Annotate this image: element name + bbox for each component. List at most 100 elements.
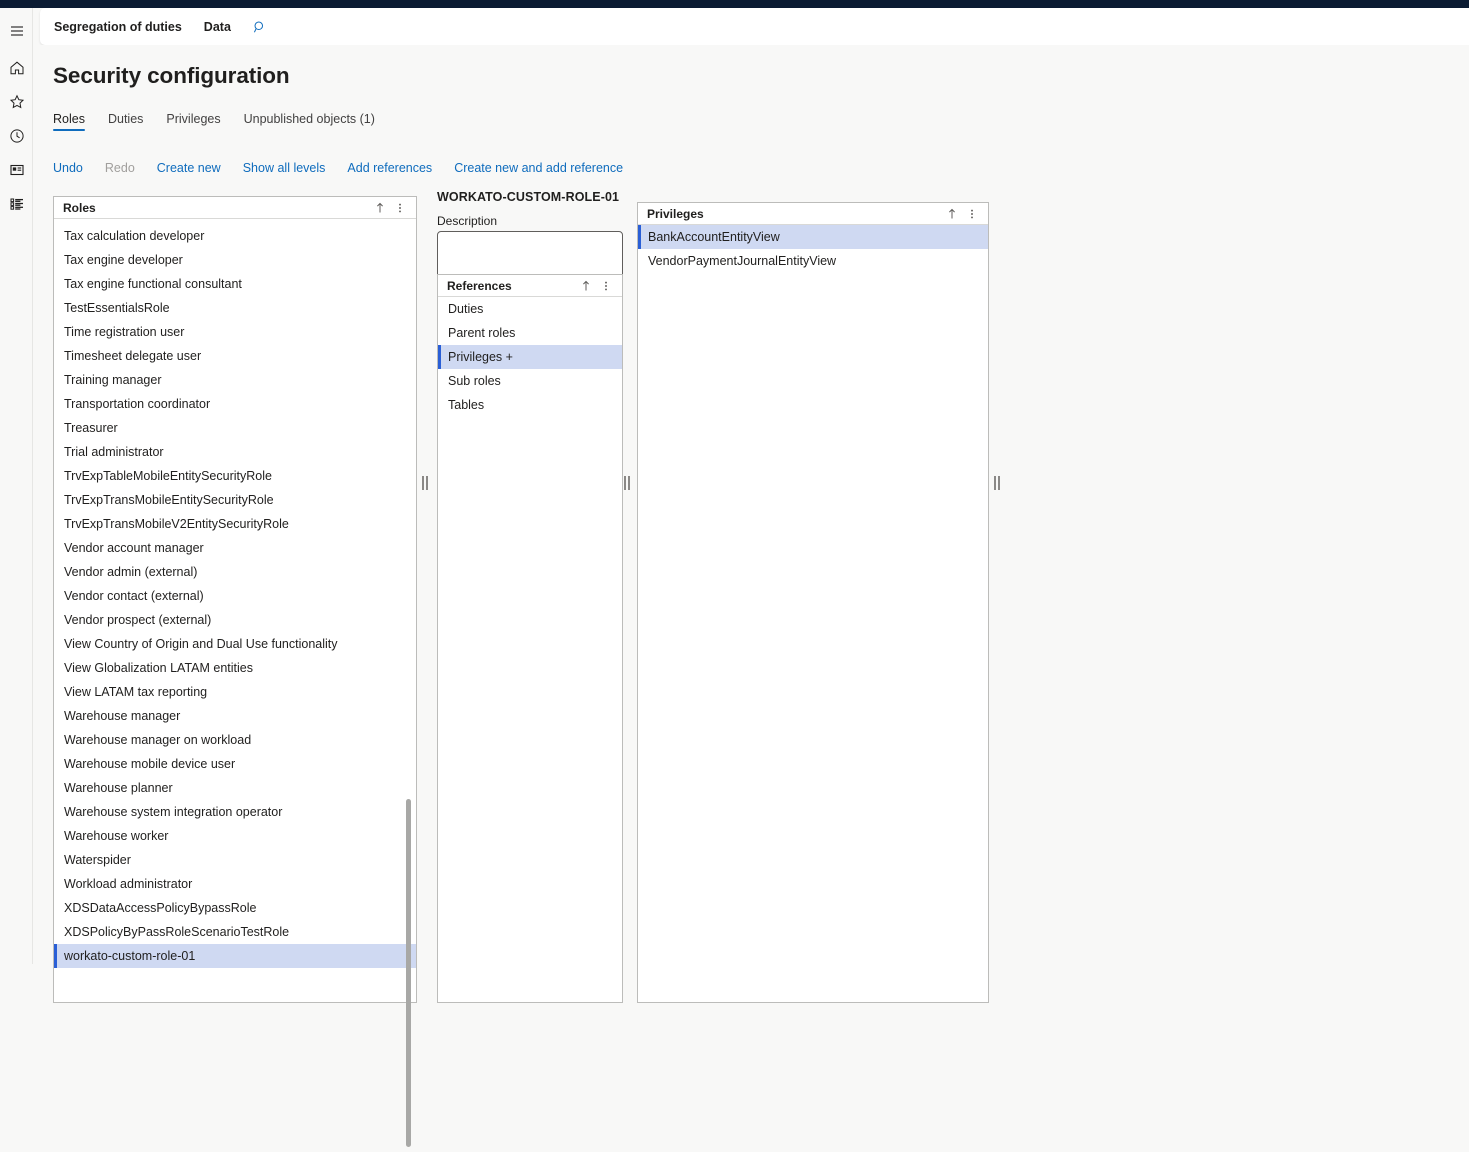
role-list-item-label: Vendor admin (external) <box>64 565 197 579</box>
role-list-item-label: TrvExpTransMobileEntitySecurityRole <box>64 493 274 507</box>
tab-unpublished-objects-1[interactable]: Unpublished objects (1) <box>244 112 375 131</box>
command-undo[interactable]: Undo <box>53 161 83 175</box>
privilege-list-item[interactable]: BankAccountEntityView <box>638 225 988 249</box>
references-panel-header: References <box>438 275 622 297</box>
role-list-item[interactable]: Tax engine developer <box>54 248 416 272</box>
page-title: Security configuration <box>53 63 290 89</box>
reference-list-item-label: Tables <box>448 398 484 412</box>
role-list-item[interactable]: Vendor contact (external) <box>54 584 416 608</box>
tab-duties[interactable]: Duties <box>108 112 143 131</box>
privilege-list-item[interactable]: VendorPaymentJournalEntityView <box>638 249 988 273</box>
role-list-item[interactable]: Training manager <box>54 368 416 392</box>
clock-icon[interactable] <box>0 119 33 153</box>
star-icon[interactable] <box>0 85 33 119</box>
role-list-item[interactable]: Tax calculation developer <box>54 224 416 248</box>
role-list-item[interactable]: Timesheet delegate user <box>54 344 416 368</box>
role-list-item-label: Warehouse manager <box>64 709 180 723</box>
splitter-privileges-right[interactable] <box>991 472 1002 494</box>
reference-list-item-label: Sub roles <box>448 374 501 388</box>
more-options-icon[interactable] <box>962 204 982 224</box>
command-add-references[interactable]: Add references <box>347 161 432 175</box>
nav-segregation-of-duties[interactable]: Segregation of duties <box>54 20 182 34</box>
reference-list-item[interactable]: Parent roles <box>438 321 622 345</box>
splitter-roles-detail[interactable] <box>419 472 430 494</box>
tab-privileges[interactable]: Privileges <box>166 112 220 131</box>
role-list-item[interactable]: TrvExpTransMobileV2EntitySecurityRole <box>54 512 416 536</box>
tab-roles[interactable]: Roles <box>53 112 85 131</box>
role-list-item[interactable]: Warehouse mobile device user <box>54 752 416 776</box>
role-list-item-label: Vendor contact (external) <box>64 589 204 603</box>
references-list-body[interactable]: DutiesParent roles Privileges + Sub roles T… <box>438 297 622 1001</box>
home-icon[interactable] <box>0 51 33 85</box>
role-list-item[interactable]: Treasurer <box>54 416 416 440</box>
nav-data[interactable]: Data <box>204 20 231 34</box>
list-icon[interactable] <box>0 187 33 221</box>
hamburger-menu-icon[interactable] <box>0 14 33 48</box>
reference-list-item[interactable]: Privileges + <box>438 345 622 369</box>
left-navigation-rail <box>0 8 33 964</box>
privileges-list-panel: Privileges BankAccountEntityView VendorPa… <box>637 202 989 1003</box>
role-list-item[interactable]: TestEssentialsRole <box>54 296 416 320</box>
role-list-item-label: Trial administrator <box>64 445 164 459</box>
more-options-icon[interactable] <box>390 198 410 218</box>
role-list-item[interactable]: XDSPolicyByPassRoleScenarioTestRole <box>54 920 416 944</box>
more-options-icon[interactable] <box>596 276 616 296</box>
role-list-item[interactable]: Warehouse manager <box>54 704 416 728</box>
reference-list-item[interactable]: Tables <box>438 393 622 417</box>
command-show-all-levels[interactable]: Show all levels <box>243 161 326 175</box>
privileges-panel-title: Privileges <box>647 207 942 221</box>
role-list-item[interactable]: Warehouse worker <box>54 824 416 848</box>
search-icon[interactable] <box>253 20 267 34</box>
role-list-item[interactable]: workato-custom-role-01 <box>54 944 416 968</box>
role-list-item-label: Warehouse system integration operator <box>64 805 282 819</box>
role-list-item[interactable]: Vendor admin (external) <box>54 560 416 584</box>
roles-panel-title: Roles <box>63 201 370 215</box>
role-list-item-label: Warehouse mobile device user <box>64 757 235 771</box>
role-list-item[interactable]: Warehouse system integration operator <box>54 800 416 824</box>
role-list-item[interactable]: Waterspider <box>54 848 416 872</box>
privilege-list-item-label: BankAccountEntityView <box>648 230 780 244</box>
title-bar-strip <box>0 0 1469 8</box>
role-list-item[interactable]: Warehouse planner <box>54 776 416 800</box>
selected-role-name: WORKATO-CUSTOM-ROLE-01 <box>437 190 623 204</box>
role-list-item-label: View LATAM tax reporting <box>64 685 207 699</box>
command-redo: Redo <box>105 161 135 175</box>
command-bar: Undo Redo Create new Show all levels Add ref… <box>53 158 645 178</box>
role-list-item[interactable]: View LATAM tax reporting <box>54 680 416 704</box>
workspace-icon[interactable] <box>0 153 33 187</box>
roles-list-panel: Roles Tax calculation developerTax engin… <box>53 196 417 1003</box>
role-list-item-label: Training manager <box>64 373 162 387</box>
reference-list-item[interactable]: Sub roles <box>438 369 622 393</box>
role-list-item-label: Tax engine functional consultant <box>64 277 242 291</box>
role-list-item[interactable]: TrvExpTransMobileEntitySecurityRole <box>54 488 416 512</box>
role-list-item[interactable]: TrvExpTableMobileEntitySecurityRole <box>54 464 416 488</box>
role-list-item[interactable]: Transportation coordinator <box>54 392 416 416</box>
role-list-item[interactable]: Workload administrator <box>54 872 416 896</box>
sort-ascending-icon[interactable] <box>576 276 596 296</box>
tab-strip: Roles Duties Privileges Unpublished objects… <box>53 105 398 131</box>
reference-list-item[interactable]: Duties <box>438 297 622 321</box>
role-list-item[interactable]: XDSDataAccessPolicyBypassRole <box>54 896 416 920</box>
sort-ascending-icon[interactable] <box>370 198 390 218</box>
roles-scrollbar[interactable] <box>403 794 414 1152</box>
role-list-item[interactable]: Vendor prospect (external) <box>54 608 416 632</box>
role-list-item[interactable]: Warehouse manager on workload <box>54 728 416 752</box>
role-list-item[interactable]: View Country of Origin and Dual Use func… <box>54 632 416 656</box>
splitter-detail-privileges[interactable] <box>621 472 632 494</box>
role-list-item[interactable]: View Globalization LATAM entities <box>54 656 416 680</box>
role-list-item-label: View Globalization LATAM entities <box>64 661 253 675</box>
reference-list-item-label: Privileges + <box>448 350 513 364</box>
roles-panel-header: Roles <box>54 197 416 219</box>
command-create-new-and-add-reference[interactable]: Create new and add reference <box>454 161 623 175</box>
command-create-new[interactable]: Create new <box>157 161 221 175</box>
role-list-item[interactable]: Time registration user <box>54 320 416 344</box>
role-list-item[interactable]: Trial administrator <box>54 440 416 464</box>
role-list-item-label: Timesheet delegate user <box>64 349 201 363</box>
role-list-item[interactable]: Tax engine functional consultant <box>54 272 416 296</box>
sort-ascending-icon[interactable] <box>942 204 962 224</box>
role-list-item[interactable]: Vendor account manager <box>54 536 416 560</box>
roles-list-body[interactable]: Tax calculation developerTax engine deve… <box>54 219 416 1001</box>
top-navigation-bar: Segregation of duties Data <box>40 8 1469 45</box>
privileges-list-body[interactable]: BankAccountEntityView VendorPaymentJourna… <box>638 225 988 1001</box>
role-list-item-label: TrvExpTransMobileV2EntitySecurityRole <box>64 517 289 531</box>
